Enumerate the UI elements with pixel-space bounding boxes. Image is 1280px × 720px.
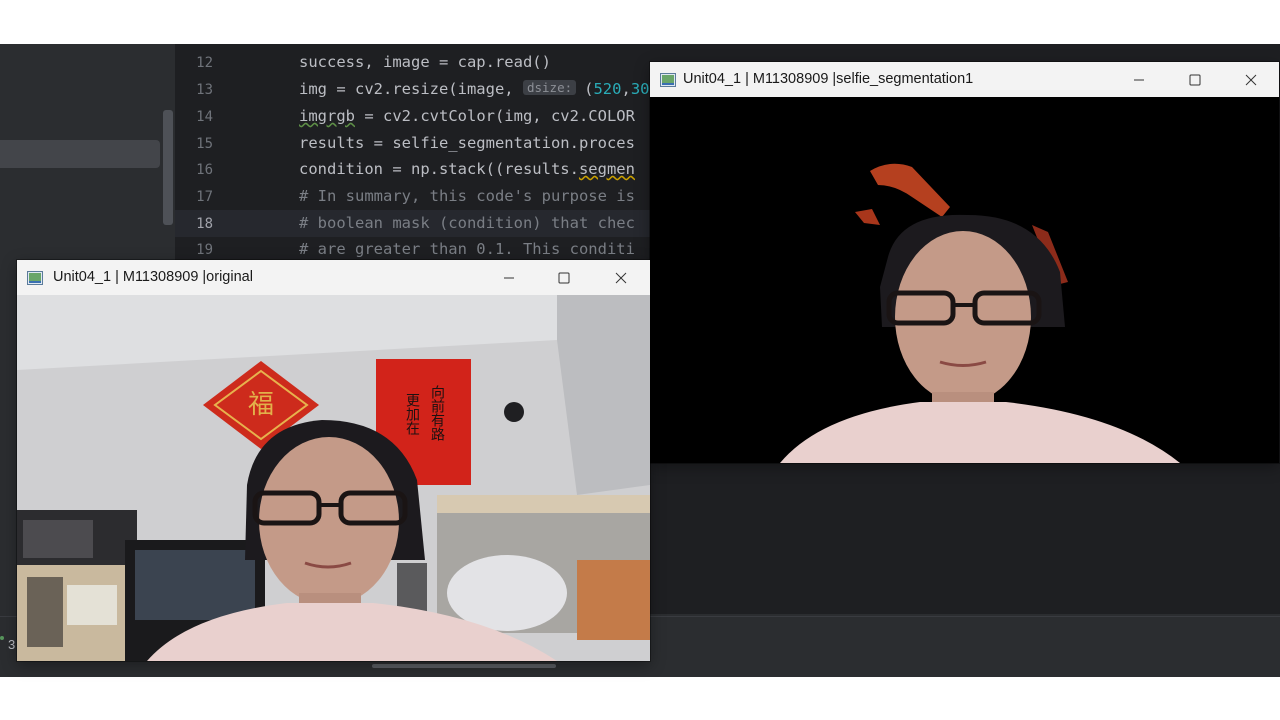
code-line[interactable]: # boolean mask (condition) that chec xyxy=(299,214,635,232)
project-scrollbar[interactable] xyxy=(163,110,173,225)
tool-window-label: 3 xyxy=(8,637,16,652)
parameter-hint: dsize: xyxy=(522,80,577,95)
code-line[interactable]: success, image = cap.read() xyxy=(299,53,551,71)
close-button[interactable] xyxy=(1223,62,1279,97)
code-warning-text: imgrgb xyxy=(299,107,355,125)
original-frame: 福 向前有路 更加在 xyxy=(17,295,650,661)
code-line[interactable]: # In summary, this code's purpose is xyxy=(299,187,635,205)
window-title: Unit04_1 | M11308909 |original xyxy=(53,269,253,285)
window-titlebar[interactable]: Unit04_1 | M11308909 |selfie_segmentatio… xyxy=(650,62,1279,97)
minimize-button[interactable] xyxy=(1111,62,1167,97)
code-text: success, image = cap.read() xyxy=(299,53,551,71)
original-window[interactable]: Unit04_1 | M11308909 |original 福 向前有路 更加… xyxy=(17,260,650,661)
code-line[interactable]: imgrgb = cv2.cvtColor(img, cv2.COLOR xyxy=(299,107,635,125)
maximize-icon xyxy=(1189,74,1201,85)
line-number: 19 xyxy=(196,242,213,258)
scroll-text-right: 向前有路 xyxy=(429,385,445,441)
window-titlebar[interactable]: Unit04_1 | M11308909 |original xyxy=(17,260,650,295)
code-line[interactable]: condition = np.stack((results.segmen xyxy=(299,160,635,178)
code-number: 30 xyxy=(630,80,650,98)
minimize-button[interactable] xyxy=(481,260,537,295)
close-icon xyxy=(1245,74,1257,85)
code-comment: # boolean mask (condition) that chec xyxy=(299,214,635,232)
line-number: 17 xyxy=(196,189,213,205)
wall-clock xyxy=(504,402,524,422)
code-text: img = cv2.resize(image, xyxy=(299,80,523,98)
rice-cooker xyxy=(447,555,567,631)
maximize-button[interactable] xyxy=(1167,62,1223,97)
minimize-icon xyxy=(1134,79,1144,80)
maximize-icon xyxy=(558,272,570,283)
scroll-text-left: 更加在 xyxy=(404,393,420,435)
line-number: 14 xyxy=(196,109,213,125)
code-text: results = selfie_segmentation.proces xyxy=(299,134,635,152)
horizontal-scrollbar[interactable] xyxy=(372,664,556,668)
code-line[interactable]: # are greater than 0.1. This conditi xyxy=(299,240,635,258)
maximize-button[interactable] xyxy=(536,260,592,295)
webcam-image: 福 向前有路 更加在 xyxy=(17,295,650,661)
minimize-icon xyxy=(504,277,514,278)
segmentation-frame xyxy=(650,97,1279,463)
code-line[interactable]: results = selfie_segmentation.proces xyxy=(299,134,635,152)
project-selected-row[interactable] xyxy=(0,140,160,168)
opencv-window-icon xyxy=(27,271,43,285)
line-number: 13 xyxy=(196,82,213,98)
code-number: 520 xyxy=(593,80,622,98)
code-warning-text: segmen xyxy=(578,160,635,178)
diamond-character: 福 xyxy=(248,390,274,420)
segmentation-window[interactable]: Unit04_1 | M11308909 |selfie_segmentatio… xyxy=(650,62,1279,463)
code-text: condition = np.stack((results. xyxy=(299,160,579,178)
window-title: Unit04_1 | M11308909 |selfie_segmentatio… xyxy=(683,71,974,87)
segmented-person-image xyxy=(650,97,1279,463)
line-number: 15 xyxy=(196,136,213,152)
line-number-current: 18 xyxy=(196,216,213,232)
bottom-strip xyxy=(0,664,1280,677)
opencv-window-icon xyxy=(660,73,676,87)
code-text: = cv2.cvtColor(img, cv2.COLOR xyxy=(355,107,635,125)
status-dot-icon xyxy=(0,636,4,640)
code-line[interactable]: img = cv2.resize(image, dsize: (520,30 xyxy=(299,80,649,98)
close-button[interactable] xyxy=(593,260,649,295)
shelf xyxy=(437,495,650,513)
code-comment: # In summary, this code's purpose is xyxy=(299,187,635,205)
code-comment: # are greater than 0.1. This conditi xyxy=(299,240,635,258)
line-number: 12 xyxy=(196,55,213,71)
close-icon xyxy=(615,272,627,283)
code-text: , xyxy=(621,80,631,98)
line-number: 16 xyxy=(196,162,213,178)
